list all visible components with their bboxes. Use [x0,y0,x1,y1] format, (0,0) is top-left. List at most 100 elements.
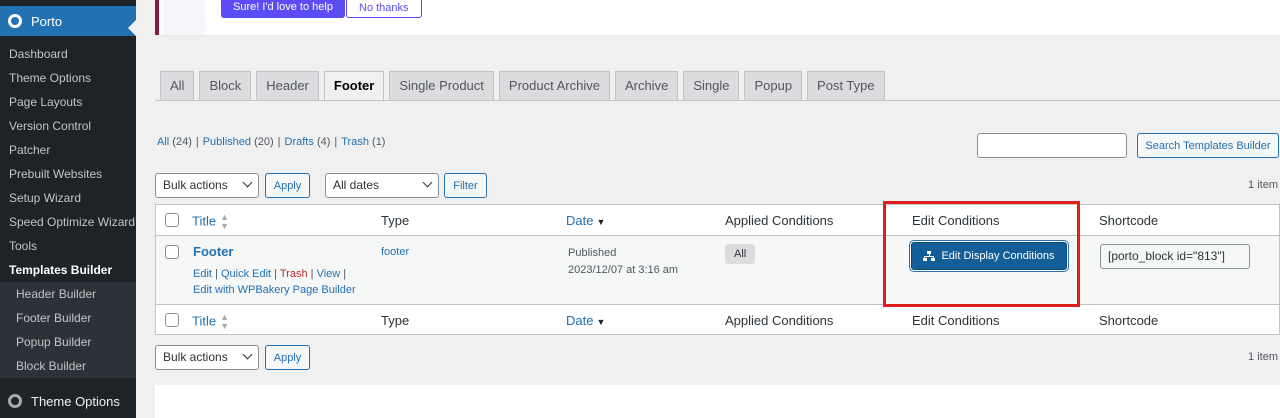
edit-link[interactable]: Edit [193,268,212,280]
view-trash-link[interactable]: Trash [341,136,369,148]
sort-icon: ▲ ▼ [220,312,229,331]
sidebar-item-header-builder[interactable]: Header Builder [0,282,136,306]
filter-button[interactable]: Filter [444,173,487,198]
apply-button-bottom[interactable]: Apply [265,345,310,370]
sidebar-item-speed-optimize-wizard[interactable]: Speed Optimize Wizard [0,210,136,234]
chevron-down-icon [242,177,253,188]
items-count-top: 1 item [1248,179,1278,191]
row-date-value: 2023/12/07 at 3:16 am [568,264,679,276]
tab-header[interactable]: Header [256,71,319,101]
search-input[interactable] [977,133,1127,158]
notice-accept-button[interactable]: Sure! I'd love to help [221,0,345,18]
row-type-link[interactable]: footer [381,246,409,258]
row-title-link[interactable]: Footer [193,244,233,259]
notice-decline-button[interactable]: No thanks [346,0,422,18]
view-all-count: (24) [172,136,192,148]
view-link[interactable]: View [317,268,341,280]
templates-table: Title ▲ ▼ Type Date ▼ Applied Conditions Ed… [155,204,1280,335]
status-views: All (24) | Published (20) | Drafts (4) | Trash… [157,136,386,148]
gear-icon [8,394,22,408]
apply-button-top[interactable]: Apply [265,173,310,198]
column-date-footer[interactable]: Date ▼ [566,313,605,328]
tab-popup[interactable]: Popup [744,71,803,101]
view-trash-count: (1) [372,136,386,148]
table-row: Footer Edit | Quick Edit | Trash | View … [156,236,1279,304]
trash-link[interactable]: Trash [280,268,308,280]
sidebar-item-footer-builder[interactable]: Footer Builder [0,306,136,330]
sidebar-item-page-layouts[interactable]: Page Layouts [0,90,136,114]
table-header-row: Title ▲ ▼ Type Date ▼ Applied Conditions Ed… [156,205,1279,236]
column-shortcode-header: Shortcode [1099,213,1159,228]
tab-product-archive[interactable]: Product Archive [498,71,610,101]
sort-desc-icon: ▼ [596,316,606,327]
sort-desc-icon: ▼ [596,216,606,227]
column-date-header[interactable]: Date ▼ [566,213,605,228]
sidebar-item-block-builder[interactable]: Block Builder [0,354,136,378]
sidebar-item-templates-builder[interactable]: Templates Builder [0,258,136,282]
tabs-divider [155,100,1280,101]
sidebar-submenu: Dashboard Theme Options Page Layouts Ver… [0,42,136,282]
sidebar-item-version-control[interactable]: Version Control [0,114,136,138]
sidebar-item-theme-options[interactable]: Theme Options [0,66,136,90]
active-menu-notch [128,20,136,36]
bulk-actions-select-top[interactable]: Bulk actions [155,173,259,198]
dates-value: All dates [333,178,380,192]
sidebar-item-dashboard[interactable]: Dashboard [0,42,136,66]
sidebar-item-popup-builder[interactable]: Popup Builder [0,330,136,354]
view-drafts-link[interactable]: Drafts [285,136,314,148]
bulk-actions-select-bottom[interactable]: Bulk actions [155,345,259,370]
chevron-down-icon [242,349,253,360]
column-title-footer[interactable]: Title ▲ ▼ [192,313,229,331]
sidebar-item-tools[interactable]: Tools [0,234,136,258]
tab-archive[interactable]: Archive [614,71,679,101]
view-published-link[interactable]: Published [203,136,251,148]
row-actions: Edit | Quick Edit | Trash | View | Edit … [193,268,356,296]
bottom-panel [155,385,1280,418]
sidebar-item-prebuilt-websites[interactable]: Prebuilt Websites [0,162,136,186]
sort-icon: ▲ ▼ [220,212,229,231]
sidebar-brand-porto[interactable]: Porto [0,6,136,36]
table-footer-row: Title ▲ ▼ Type Date ▼ Applied Conditions Ed… [156,304,1279,335]
notice-logo-area [163,0,205,35]
column-edit-footer: Edit Conditions [912,313,1000,328]
brand-label: Porto [31,13,63,29]
view-published-count: (20) [254,136,274,148]
template-type-tabs: All Block Header Footer Single Product P… [160,71,890,102]
tab-footer[interactable]: Footer [323,71,385,102]
column-title-header[interactable]: Title ▲ ▼ [192,213,229,231]
porto-icon [8,14,22,28]
column-shortcode-footer: Shortcode [1099,313,1159,328]
column-applied-header: Applied Conditions [725,213,834,228]
highlight-box [883,201,1080,307]
sidebar-item-setup-wizard[interactable]: Setup Wizard [0,186,136,210]
shortcode-field[interactable]: [porto_block id="813"] [1100,244,1250,269]
quick-edit-link[interactable]: Quick Edit [221,268,271,280]
sidebar-item-patcher[interactable]: Patcher [0,138,136,162]
tab-post-type[interactable]: Post Type [807,71,885,101]
search-templates-button[interactable]: Search Templates Builder [1137,133,1279,158]
column-type-footer: Type [381,313,410,328]
view-all-link[interactable]: All [157,136,169,148]
select-all-checkbox[interactable] [165,213,179,227]
row-date: Published 2023/12/07 at 3:16 am [568,245,678,279]
sidebar-item-theme-options-bottom[interactable]: Theme Options [0,384,136,418]
row-checkbox[interactable] [165,245,179,259]
sidebar-bottom-label: Theme Options [31,393,120,409]
column-type-header: Type [381,213,410,228]
chevron-down-icon [422,177,433,188]
applied-condition-badge: All [725,244,756,264]
row-status: Published [568,247,617,259]
tab-all[interactable]: All [160,71,195,101]
tab-single-product[interactable]: Single Product [389,71,494,101]
tab-block[interactable]: Block [199,71,252,101]
edit-with-wpbakery-link[interactable]: Edit with WPBakery Page Builder [193,284,356,296]
view-drafts-count: (4) [316,136,331,148]
dates-select[interactable]: All dates [325,173,439,198]
admin-sidebar: Porto Dashboard Theme Options Page Layou… [0,0,136,418]
bulk-actions-value: Bulk actions [163,178,228,192]
select-all-checkbox-bottom[interactable] [165,313,179,327]
tab-single[interactable]: Single [683,71,740,101]
templates-builder-submenu: Header Builder Footer Builder Popup Buil… [0,282,136,378]
items-count-bottom: 1 item [1248,351,1278,363]
column-applied-footer: Applied Conditions [725,313,834,328]
